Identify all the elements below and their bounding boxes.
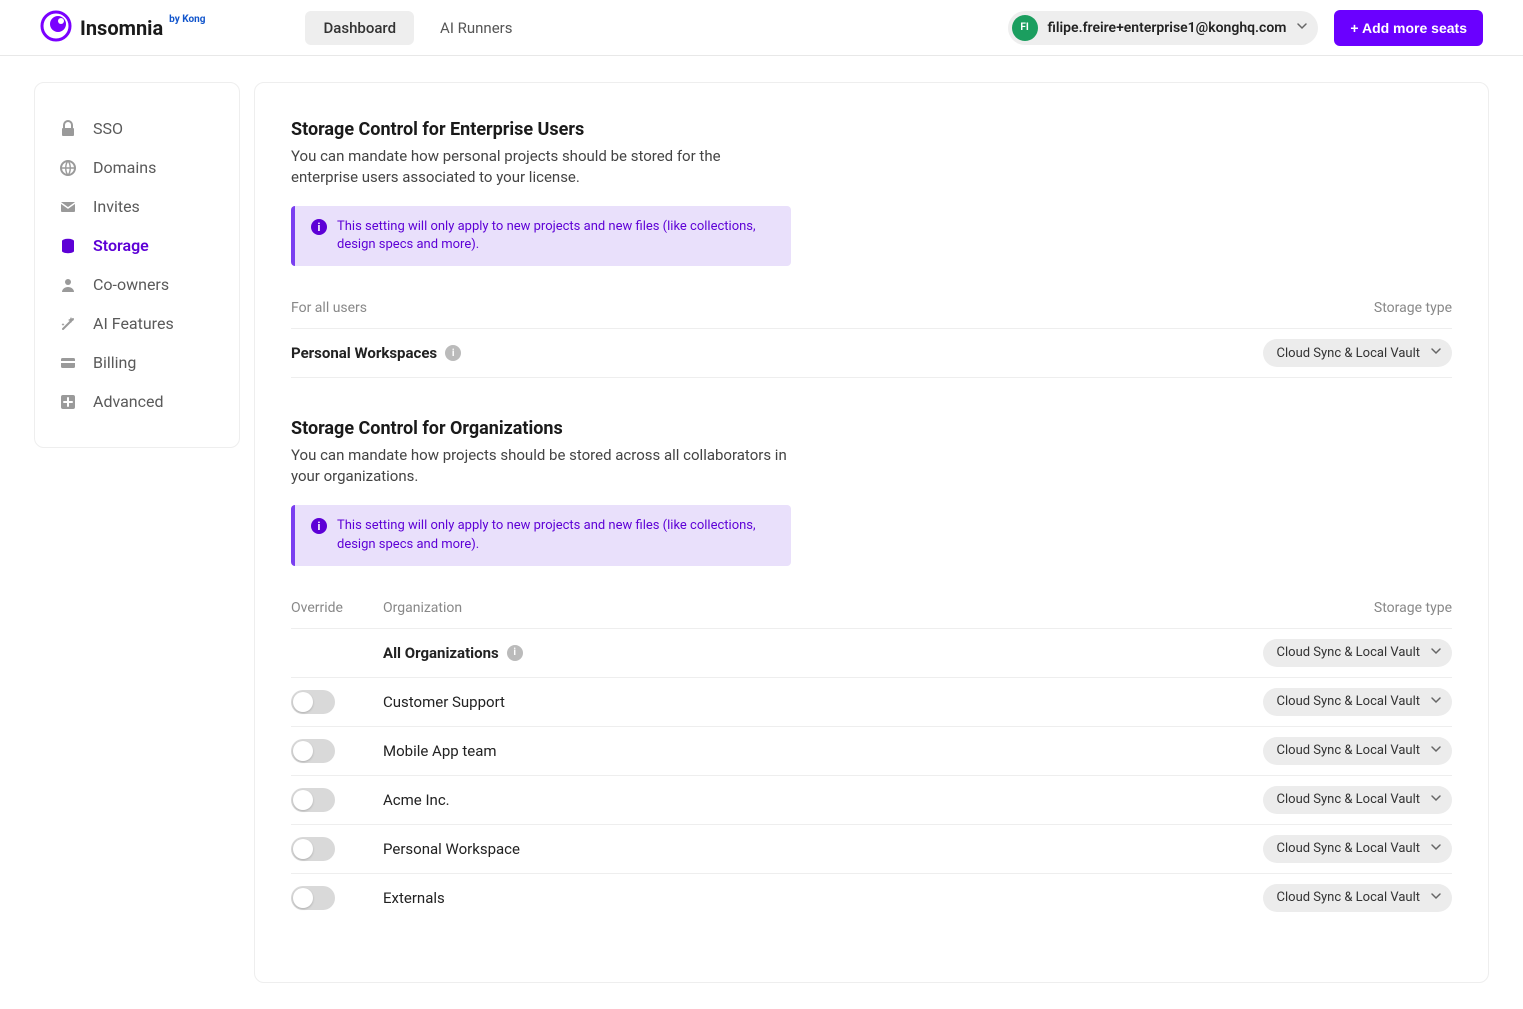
tab-ai-runners[interactable]: AI Runners <box>422 11 530 45</box>
main-panel: Storage Control for Enterprise Users You… <box>254 82 1489 983</box>
app-header: Insomnia by Kong Dashboard AI Runners FI… <box>0 0 1523 56</box>
override-toggle[interactable] <box>291 788 335 812</box>
tab-dashboard[interactable]: Dashboard <box>305 11 414 45</box>
org-storage-select[interactable]: Cloud Sync & Local Vault <box>1263 884 1452 912</box>
chevron-down-icon <box>1430 345 1442 361</box>
sidebar: SSO Domains Invites Storage Co-owners AI… <box>34 82 240 448</box>
org-name: Customer Support <box>383 693 1263 711</box>
chevron-down-icon <box>1430 841 1442 857</box>
enterprise-banner-text: This setting will only apply to new proj… <box>337 218 775 254</box>
all-orgs-storage-select[interactable]: Cloud Sync & Local Vault <box>1263 639 1452 667</box>
add-seats-button[interactable]: + Add more seats <box>1334 10 1483 46</box>
lock-icon <box>59 120 77 138</box>
org-name: Personal Workspace <box>383 840 1263 858</box>
user-email: filipe.freire+enterprise1@konghq.com <box>1048 20 1287 36</box>
override-toggle[interactable] <box>291 837 335 861</box>
brand-byline: by Kong <box>169 14 205 25</box>
org-row: Externals Cloud Sync & Local Vault <box>291 874 1452 922</box>
sidebar-item-ai-features[interactable]: AI Features <box>35 304 239 343</box>
org-banner-text: This setting will only apply to new proj… <box>337 517 775 553</box>
info-icon: i <box>311 219 327 235</box>
logo-area[interactable]: Insomnia by Kong <box>40 10 205 46</box>
col-override: Override <box>291 600 383 616</box>
chevron-down-icon <box>1430 890 1442 906</box>
sidebar-item-advanced[interactable]: Advanced <box>35 382 239 421</box>
org-section-title: Storage Control for Organizations <box>291 418 1452 439</box>
user-icon <box>59 276 77 294</box>
sidebar-item-label: Storage <box>93 236 149 255</box>
override-toggle[interactable] <box>291 690 335 714</box>
info-icon[interactable]: i <box>507 645 523 661</box>
org-storage-select[interactable]: Cloud Sync & Local Vault <box>1263 835 1452 863</box>
org-table-header: Override Organization Storage type <box>291 600 1452 628</box>
chevron-down-icon <box>1430 645 1442 661</box>
org-row: Mobile App team Cloud Sync & Local Vault <box>291 727 1452 776</box>
info-icon: i <box>311 518 327 534</box>
mail-icon <box>59 198 77 216</box>
org-name: Externals <box>383 889 1263 907</box>
sidebar-item-sso[interactable]: SSO <box>35 109 239 148</box>
wand-icon <box>59 315 77 333</box>
sidebar-item-label: Invites <box>93 197 140 216</box>
plus-square-icon <box>59 393 77 411</box>
user-menu[interactable]: FI filipe.freire+enterprise1@konghq.com <box>1008 11 1319 45</box>
col-organization: Organization <box>383 600 1374 616</box>
brand-name: Insomnia <box>80 16 163 40</box>
sidebar-item-label: Advanced <box>93 392 164 411</box>
org-storage-select[interactable]: Cloud Sync & Local Vault <box>1263 786 1452 814</box>
chevron-down-icon <box>1430 792 1442 808</box>
org-name: Acme Inc. <box>383 791 1263 809</box>
override-toggle[interactable] <box>291 886 335 910</box>
chevron-down-icon <box>1430 694 1442 710</box>
sidebar-item-domains[interactable]: Domains <box>35 148 239 187</box>
all-organizations-row: All Organizations i Cloud Sync & Local V… <box>291 629 1452 678</box>
logo-icon <box>40 10 72 46</box>
personal-workspaces-label: Personal Workspaces i <box>291 344 1263 362</box>
sidebar-item-invites[interactable]: Invites <box>35 187 239 226</box>
chevron-down-icon <box>1296 20 1308 36</box>
org-name: Mobile App team <box>383 742 1263 760</box>
sidebar-item-label: SSO <box>93 119 123 138</box>
sidebar-item-billing[interactable]: Billing <box>35 343 239 382</box>
personal-workspaces-row: Personal Workspaces i Cloud Sync & Local… <box>291 329 1452 378</box>
sidebar-item-label: AI Features <box>93 314 174 333</box>
col-storage-type: Storage type <box>1374 300 1452 316</box>
enterprise-table-header: For all users Storage type <box>291 300 1452 328</box>
sidebar-item-storage[interactable]: Storage <box>35 226 239 265</box>
sidebar-item-label: Billing <box>93 353 136 372</box>
all-orgs-label: All Organizations i <box>383 644 1263 662</box>
enterprise-section-desc: You can mandate how personal projects sh… <box>291 146 791 188</box>
enterprise-info-banner: i This setting will only apply to new pr… <box>291 206 791 266</box>
sidebar-item-label: Domains <box>93 158 156 177</box>
sidebar-item-label: Co-owners <box>93 275 169 294</box>
org-row: Personal Workspace Cloud Sync & Local Va… <box>291 825 1452 874</box>
override-toggle[interactable] <box>291 739 335 763</box>
info-icon[interactable]: i <box>445 345 461 361</box>
storage-icon <box>59 237 77 255</box>
org-row: Customer Support Cloud Sync & Local Vaul… <box>291 678 1452 727</box>
globe-icon <box>59 159 77 177</box>
col-for-all-users: For all users <box>291 300 367 316</box>
org-storage-select[interactable]: Cloud Sync & Local Vault <box>1263 737 1452 765</box>
col-storage-type: Storage type <box>1374 600 1452 616</box>
personal-workspaces-storage-select[interactable]: Cloud Sync & Local Vault <box>1263 339 1452 367</box>
org-info-banner: i This setting will only apply to new pr… <box>291 505 791 565</box>
sidebar-item-coowners[interactable]: Co-owners <box>35 265 239 304</box>
nav-tabs: Dashboard AI Runners <box>305 11 530 45</box>
org-section-desc: You can mandate how projects should be s… <box>291 445 791 487</box>
org-storage-select[interactable]: Cloud Sync & Local Vault <box>1263 688 1452 716</box>
chevron-down-icon <box>1430 743 1442 759</box>
org-row: Acme Inc. Cloud Sync & Local Vault <box>291 776 1452 825</box>
enterprise-section-title: Storage Control for Enterprise Users <box>291 119 1452 140</box>
avatar: FI <box>1012 15 1038 41</box>
card-icon <box>59 354 77 372</box>
